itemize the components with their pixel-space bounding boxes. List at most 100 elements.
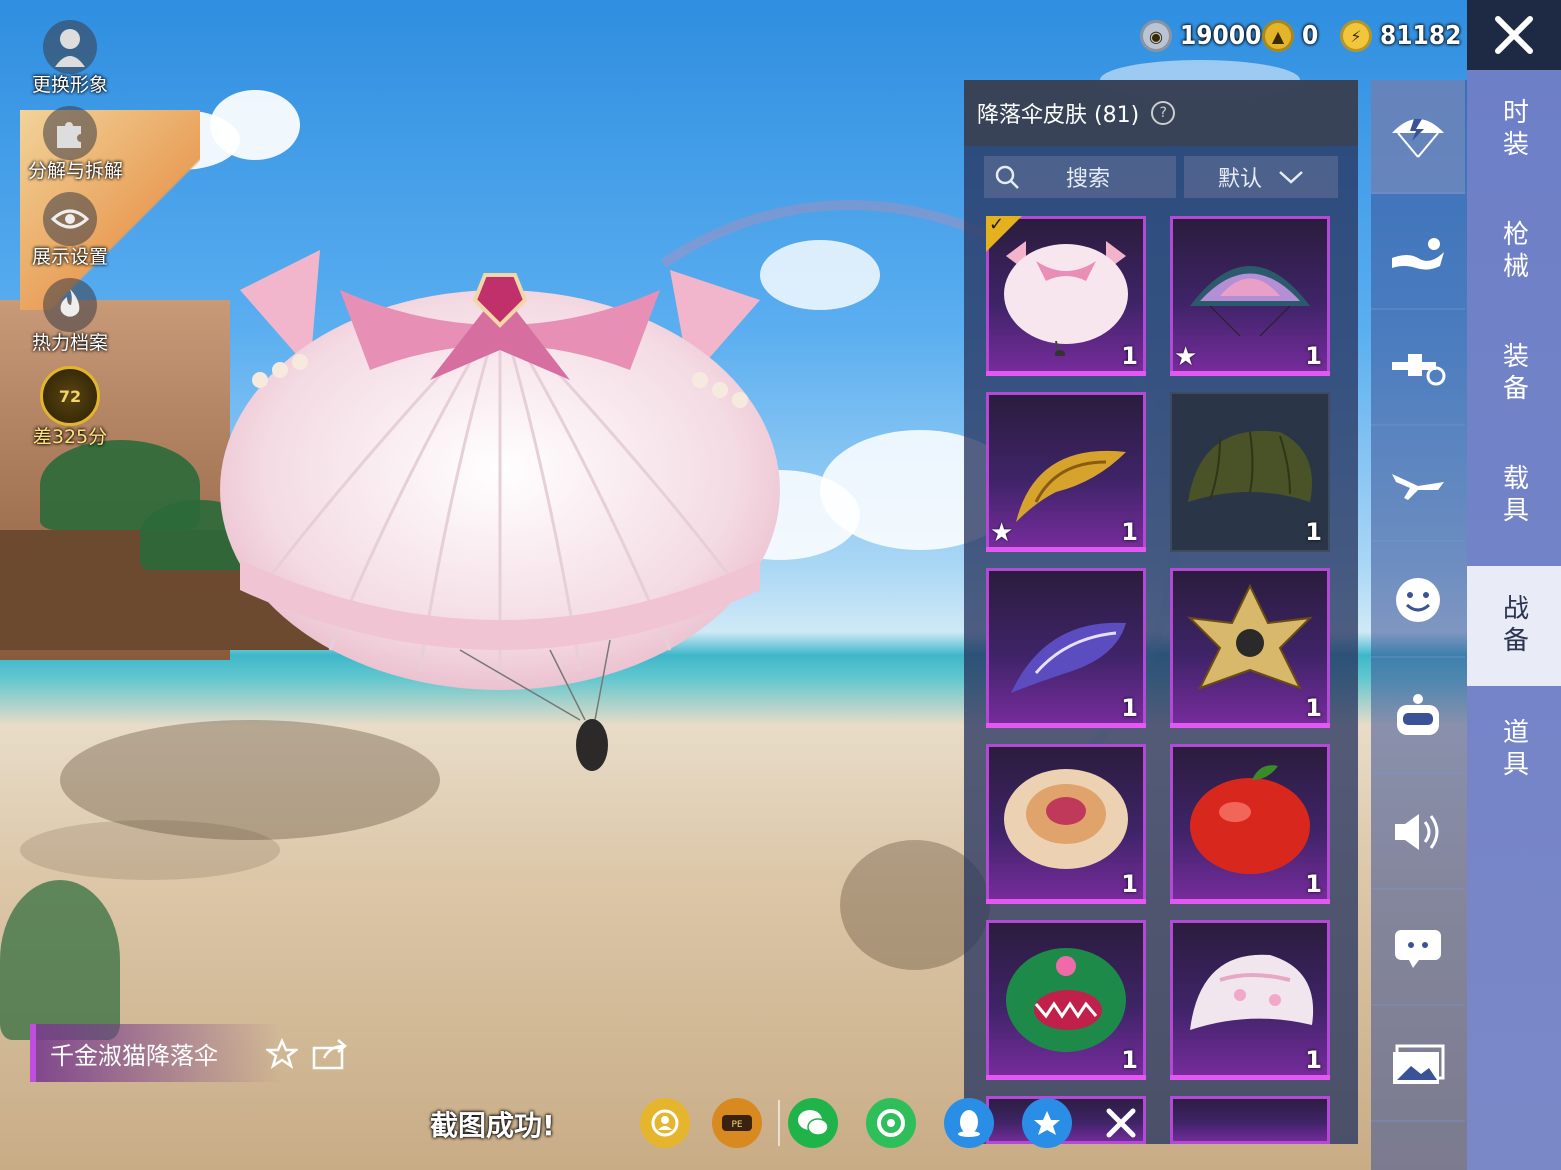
- help-icon[interactable]: ?: [1151, 101, 1176, 125]
- heat-archive-label: 热力档案: [31, 332, 108, 354]
- lightning-coin-icon: ⚡: [1340, 20, 1372, 52]
- share-moments-button[interactable]: [866, 1098, 916, 1148]
- heat-archive-button[interactable]: 热力档案: [28, 278, 112, 355]
- peace-elite-icon: PE: [722, 1115, 752, 1131]
- share-close-button[interactable]: [1096, 1098, 1146, 1148]
- sort-dropdown[interactable]: 默认: [1184, 156, 1338, 198]
- level-badge-number: 72: [58, 386, 82, 406]
- tab-battle-gear[interactable]: 战备: [1467, 566, 1561, 686]
- close-share-icon: [1106, 1108, 1136, 1138]
- currency-silver-value: 19000: [1180, 21, 1262, 51]
- wechat-icon: [798, 1110, 829, 1136]
- search-placeholder: 搜索: [1066, 167, 1111, 192]
- golden-wing-parachute-thumb: [1016, 450, 1126, 522]
- purple-ornate-parachute-thumb: [1011, 622, 1126, 693]
- selected-item-name: 千金淑猫降落伞: [50, 1041, 218, 1070]
- category-sticker[interactable]: [1371, 544, 1465, 658]
- tab-equipment[interactable]: 装备: [1467, 314, 1561, 434]
- category-plane[interactable]: [1371, 428, 1465, 542]
- pastel-patchwork-parachute-thumb: [1190, 954, 1314, 1030]
- favorite-star-icon: ★: [1174, 342, 1198, 372]
- red-apple-parachute-thumb: [1190, 765, 1310, 874]
- skin-item-purple-ornate[interactable]: 1: [986, 568, 1146, 728]
- skin-item-monster-mouth[interactable]: 1: [986, 920, 1146, 1080]
- decompose-button[interactable]: 分解与拆解: [28, 106, 124, 183]
- currency-gold-value: 0: [1302, 21, 1319, 51]
- tab-weapons[interactable]: 枪械: [1467, 192, 1561, 312]
- skin-item-pastel-patchwork[interactable]: 1: [1170, 920, 1330, 1080]
- decompose-label: 分解与拆解: [28, 160, 124, 182]
- item-count: 1: [1121, 694, 1138, 722]
- gold-star-parachute-thumb: [1187, 583, 1313, 690]
- category-sound[interactable]: [1371, 776, 1465, 890]
- display-settings-label: 展示设置: [31, 246, 108, 268]
- star-outline-icon: [264, 1037, 300, 1069]
- checkmark-icon: ✓: [989, 216, 1005, 235]
- share-button[interactable]: [312, 1038, 348, 1074]
- skin-item-pink-cat[interactable]: ✓ 1: [986, 216, 1146, 376]
- moments-icon: [877, 1109, 905, 1137]
- search-input[interactable]: 搜索: [984, 156, 1176, 198]
- skin-item-glass-mosaic[interactable]: ★ 1: [1170, 216, 1330, 376]
- display-settings-button[interactable]: 展示设置: [28, 192, 112, 269]
- item-count: 1: [1305, 694, 1322, 722]
- favorite-button[interactable]: [264, 1037, 300, 1074]
- share-peace-elite-button[interactable]: PE: [712, 1098, 762, 1148]
- category-drone[interactable]: [1371, 312, 1465, 426]
- emote-icon: [1392, 238, 1444, 270]
- plane-icon: [1392, 474, 1444, 500]
- category-chat[interactable]: [1371, 892, 1465, 1006]
- share-wechat-button[interactable]: [788, 1098, 838, 1148]
- avatar-icon: [43, 20, 97, 74]
- share-divider: [778, 1100, 780, 1146]
- level-badge-icon: 72: [40, 366, 100, 426]
- parachute-skin-panel: 降落伞皮肤 (81) ? 搜索 默认 ✓ 1 ★ 1 ★ 1 1 1 1 1 1…: [964, 80, 1358, 1144]
- skin-item-gold-star[interactable]: 1: [1170, 568, 1330, 728]
- share-icon: [312, 1039, 347, 1070]
- eye-icon: [43, 192, 97, 246]
- skin-item-partial-right[interactable]: [1170, 1096, 1330, 1144]
- skin-item-olive-default[interactable]: 1: [1170, 392, 1330, 552]
- category-emote[interactable]: [1371, 196, 1465, 310]
- currency-lightning-value: 81182: [1380, 21, 1462, 51]
- puzzle-icon: [43, 106, 97, 160]
- monster-mouth-parachute-thumb: [1006, 948, 1126, 1052]
- item-count: 1: [1121, 1046, 1138, 1074]
- skin-item-golden-wing[interactable]: ★ 1: [986, 392, 1146, 552]
- item-count: 1: [1121, 518, 1138, 546]
- skin-item-painted-dome[interactable]: 1: [986, 744, 1146, 904]
- close-button[interactable]: [1467, 0, 1561, 70]
- item-count: 1: [1305, 870, 1322, 898]
- speaker-icon: [1395, 814, 1439, 850]
- item-count: 1: [1305, 518, 1322, 546]
- selected-item-name-plate: 千金淑猫降落伞: [30, 1024, 280, 1082]
- parachute-preview-model[interactable]: [200, 230, 800, 790]
- change-appearance-button[interactable]: 更换形象: [28, 20, 112, 97]
- panel-title: 降落伞皮肤 (81): [977, 103, 1140, 128]
- tab-vehicles[interactable]: 载具: [1467, 436, 1561, 556]
- share-friends-button[interactable]: [640, 1098, 690, 1148]
- category-robot[interactable]: [1371, 660, 1465, 774]
- skin-item-red-apple[interactable]: 1: [1170, 744, 1330, 904]
- chat-bubble-icon: [1395, 930, 1441, 968]
- qq-icon: [958, 1110, 980, 1137]
- level-progress-button[interactable]: 72 差325分: [28, 366, 112, 449]
- sort-label: 默认: [1217, 167, 1262, 192]
- category-parachute[interactable]: [1371, 80, 1465, 194]
- gold-token-icon: ▲: [1262, 20, 1294, 52]
- item-count: 1: [1305, 1046, 1322, 1074]
- gallery-icon: [1393, 1044, 1445, 1084]
- parachute-icon: [1392, 119, 1444, 158]
- share-qq-button[interactable]: [944, 1098, 994, 1148]
- olive-default-parachute-thumb: [1188, 430, 1312, 502]
- share-qzone-button[interactable]: [1022, 1098, 1072, 1148]
- tab-outfit[interactable]: 时装: [1467, 70, 1561, 190]
- tab-items[interactable]: 道具: [1467, 690, 1561, 810]
- currency-lightning: ⚡ 81182: [1340, 14, 1461, 58]
- chevron-down-icon: [1279, 171, 1303, 184]
- search-icon: [995, 165, 1019, 189]
- painted-dome-parachute-thumb: [1004, 769, 1128, 869]
- category-gallery[interactable]: [1371, 1008, 1465, 1122]
- item-count: 1: [1121, 870, 1138, 898]
- change-appearance-label: 更换形象: [31, 74, 108, 96]
